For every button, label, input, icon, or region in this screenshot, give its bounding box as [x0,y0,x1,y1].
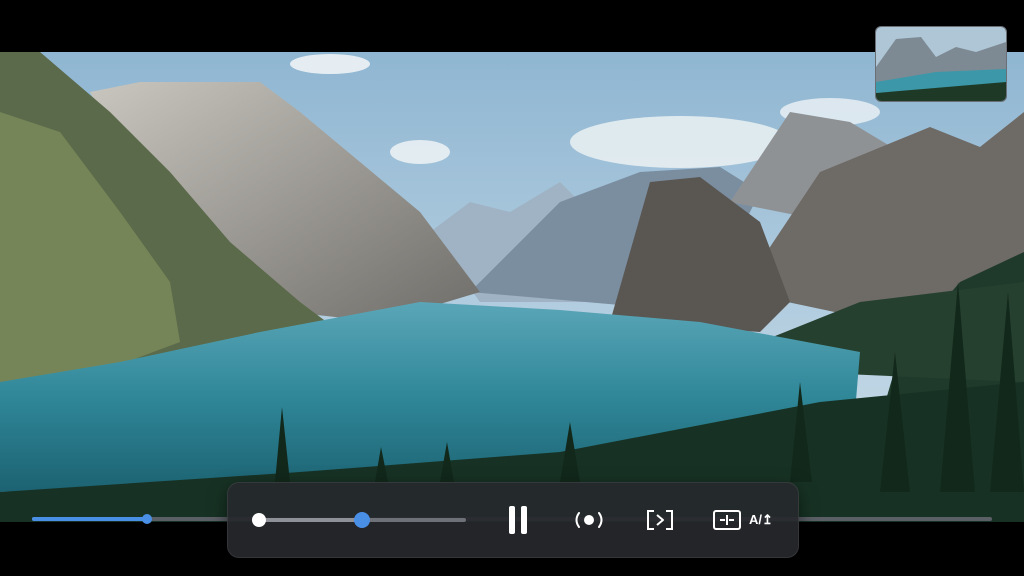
pip-thumbnail [876,27,1006,101]
scrubber-fill [258,518,362,522]
audio-track-icon [713,510,741,530]
cast-button[interactable] [640,503,680,537]
broadcast-icon [575,512,603,528]
audio-track-button[interactable] [707,503,747,537]
cast-icon [647,510,673,530]
broadcast-button[interactable] [569,503,609,537]
video-frame[interactable] [0,52,1024,522]
subtitles-label: A/↥ [749,512,773,527]
landscape-scene [0,52,1024,522]
scrubber-track[interactable] [252,512,466,528]
scrubber-start-handle[interactable] [252,513,266,527]
picture-in-picture-preview[interactable] [875,26,1007,102]
video-progress-thumb[interactable] [142,514,153,524]
pause-icon [506,506,530,534]
player-control-bar: A/↥ [227,482,799,558]
pause-button[interactable] [498,503,538,537]
video-progress-fill [32,517,148,521]
scrubber-thumb[interactable] [354,512,370,528]
subtitles-button[interactable]: A/↥ [744,503,778,537]
